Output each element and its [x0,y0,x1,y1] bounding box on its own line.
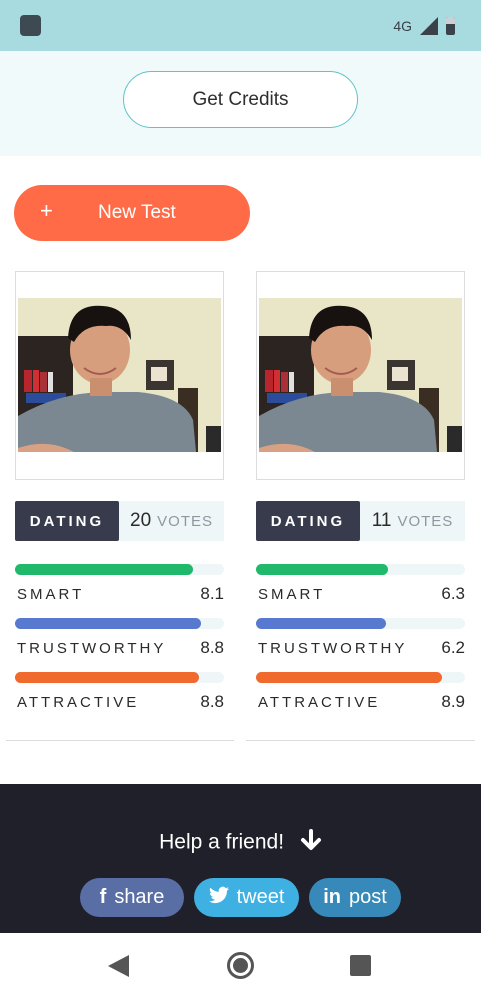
test-photo [259,298,462,452]
signal-icon [420,17,438,35]
metric-score: 6.2 [441,638,465,657]
portrait-image [259,298,462,452]
facebook-icon: f [99,886,107,908]
divider [246,740,475,741]
category-badge: DATING [256,501,360,541]
metric-track [256,618,465,629]
linkedin-icon: in [323,886,341,908]
category-badge: DATING [15,501,119,541]
twitter-tweet-button[interactable]: tweet [194,878,299,917]
twitter-icon [208,886,229,910]
metric-attractive: ATTRACTIVE 8.9 [256,672,465,711]
votes-count-block: 11 VOTES [360,501,465,541]
metric-label: SMART [17,586,85,603]
metric-label: SMART [258,586,326,603]
get-credits-label: Get Credits [192,88,289,110]
test-summary-row: DATING 11 VOTES [256,501,465,541]
metric-score: 6.3 [441,584,465,603]
metric-score: 8.9 [441,692,465,711]
votes-label: VOTES [397,512,454,530]
metric-track [256,564,465,575]
status-indicators: 4G [393,14,455,38]
share-label: share [114,886,165,908]
votes-label: VOTES [157,512,213,530]
network-type: 4G [393,18,412,34]
home-icon[interactable] [227,952,254,979]
arrow-down-icon [300,829,322,857]
metric-trustworthy: TRUSTWORTHY 8.8 [15,618,224,657]
tweet-label: tweet [236,886,285,908]
votes-count: 11 [371,510,392,531]
metric-track [256,672,465,683]
metric-track [15,564,224,575]
recents-icon[interactable] [350,955,371,976]
app-icon [20,15,41,36]
metric-fill-bar [256,672,442,683]
metric-score: 8.8 [200,638,224,657]
test-summary-row: DATING 20 VOTES [15,501,224,541]
linkedin-post-button[interactable]: in post [309,878,401,917]
divider [6,740,234,741]
metric-fill-bar [15,618,201,629]
metric-smart: SMART 8.1 [15,564,224,603]
metric-smart: SMART 6.3 [256,564,465,603]
votes-count: 20 [130,510,152,531]
system-nav-bar [0,933,481,1000]
test-photo-card[interactable] [256,271,465,480]
metric-label: TRUSTWORTHY [17,640,167,657]
plus-icon: + [40,198,53,223]
metric-attractive: ATTRACTIVE 8.8 [15,672,224,711]
metric-track [15,618,224,629]
metric-score: 8.8 [200,692,224,711]
help-a-friend-text: Help a friend! [159,830,285,854]
metric-trustworthy: TRUSTWORTHY 6.2 [256,618,465,657]
test-photo [18,298,221,452]
get-credits-button[interactable]: Get Credits [123,71,358,128]
post-label: post [348,886,387,908]
help-a-friend-heading: Help a friend! [0,829,481,857]
battery-icon [446,17,455,35]
metric-label: ATTRACTIVE [258,694,381,711]
portrait-image [18,298,221,452]
facebook-share-button[interactable]: f share [80,878,184,917]
metric-score: 8.1 [200,584,224,603]
metric-track [15,672,224,683]
back-icon[interactable] [108,955,129,977]
metric-fill-bar [15,672,199,683]
metric-label: TRUSTWORTHY [258,640,408,657]
metric-fill-bar [15,564,193,575]
metric-fill-bar [256,564,388,575]
new-test-button[interactable]: + New Test [14,185,250,241]
votes-count-block: 20 VOTES [119,501,224,541]
test-photo-card[interactable] [15,271,224,480]
metric-fill-bar [256,618,386,629]
metric-label: ATTRACTIVE [17,694,140,711]
status-bar: 4G [0,0,481,51]
new-test-label: New Test [98,202,176,223]
